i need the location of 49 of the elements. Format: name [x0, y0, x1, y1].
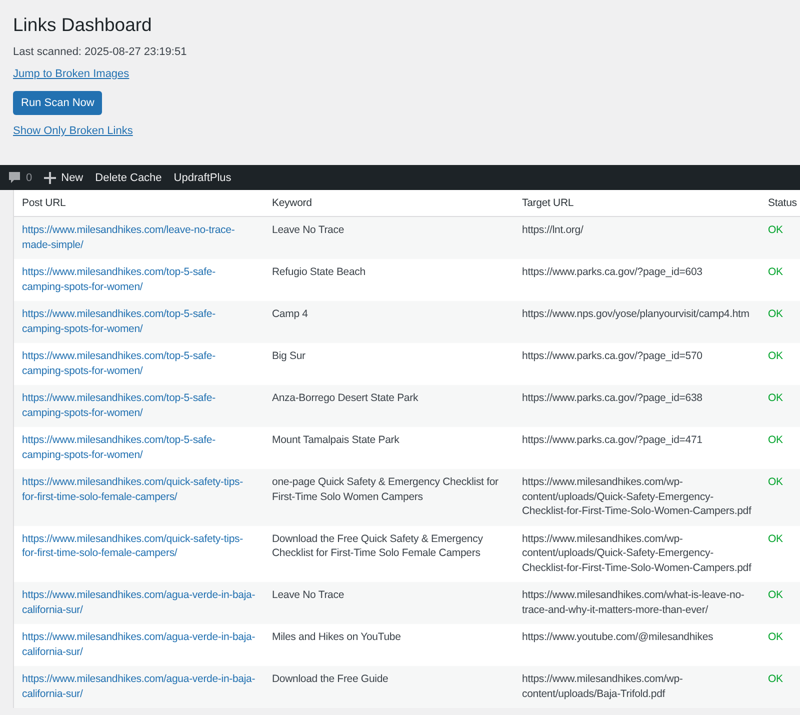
filter-link[interactable]: Show Only Broken Links [13, 125, 133, 137]
keyword-cell: Camp 4 [264, 301, 514, 343]
status-text: OK [768, 476, 783, 488]
comments-item[interactable]: 0 [8, 171, 32, 184]
keyword-cell: Refugio State Beach [264, 259, 514, 301]
post-url-link[interactable]: https://www.milesandhikes.com/quick-safety-tips-for-first-time-solo-female-campers/ [22, 532, 256, 560]
target-url-cell: https://www.parks.ca.gov/?page_id=603 [514, 259, 762, 301]
post-url-link[interactable]: https://www.milesandhikes.com/top-5-safe-camping-spots-for-women/ [22, 433, 256, 462]
target-url-cell: https://www.milesandhikes.com/wp-content/uploads/Quick-Safety-Emergency-Checklist-for-First-Time-Solo-Women-Campers.pdf [514, 526, 762, 582]
target-url-cell: https://www.milesandhikes.com/wp-content/uploads/Baja-Trifold.pdf [514, 666, 762, 708]
keyword-cell: Leave No Trace [264, 582, 514, 624]
plus-icon [44, 172, 56, 184]
keyword-cell: Leave No Trace [264, 216, 514, 259]
new-item[interactable]: New [44, 172, 84, 184]
status-text: OK [768, 392, 783, 404]
status-text: OK [768, 308, 783, 320]
target-url-cell: https://www.youtube.com/@milesandhikes [514, 624, 762, 666]
admin-bar-item[interactable]: Delete Cache [95, 172, 162, 184]
keyword-cell: Download the Free Guide [264, 666, 514, 708]
status-text: OK [768, 350, 783, 362]
target-url-cell: https://www.nps.gov/yose/planyourvisit/camp4.htm [514, 301, 762, 343]
keyword-cell: Mount Tamalpais State Park [264, 427, 514, 469]
status-text: OK [768, 224, 783, 236]
last-scanned-text: Last scanned: 2025-08-27 23:19:51 [13, 46, 188, 58]
post-url-link[interactable]: https://www.milesandhikes.com/agua-verde-in-baja-california-sur/ [22, 630, 256, 659]
page-title: Links Dashboard [13, 13, 153, 37]
target-url-cell: https://lnt.org/ [514, 216, 762, 259]
admin-bar-item[interactable]: UpdraftPlus [174, 172, 232, 184]
keyword-cell: Anza-Borrego Desert State Park [264, 385, 514, 427]
target-url-cell: https://www.parks.ca.gov/?page_id=471 [514, 427, 762, 469]
target-url-cell: https://www.milesandhikes.com/wp-content/uploads/Quick-Safety-Emergency-Checklist-for-First-Time-Solo-Women-Campers.pdf [514, 469, 762, 526]
status-text: OK [768, 434, 783, 446]
jump-link[interactable]: Jump to Broken Images [13, 68, 130, 80]
speech-bubble-icon [8, 171, 21, 184]
target-url-cell: https://www.parks.ca.gov/?page_id=570 [514, 343, 762, 385]
keyword-cell: Big Sur [264, 343, 514, 385]
status-text: OK [768, 631, 783, 643]
status-text: OK [768, 532, 783, 544]
status-text: OK [768, 589, 783, 601]
keyword-cell: one-page Quick Safety & Emergency Checklist for First-Time Solo Women Campers [264, 469, 514, 526]
post-url-link[interactable]: https://www.milesandhikes.com/top-5-safe-camping-spots-for-women/ [22, 265, 256, 294]
status-text: OK [768, 266, 783, 278]
post-url-link[interactable]: https://www.milesandhikes.com/top-5-safe-camping-spots-for-women/ [22, 349, 256, 378]
keyword-cell: Download the Free Quick Safety & Emergency Checklist for First-Time Solo Female Campers [264, 526, 514, 582]
target-url-cell: https://www.milesandhikes.com/what-is-leave-no-trace-and-why-it-matters-more-than-ever/ [514, 582, 762, 624]
target-url-cell: https://www.parks.ca.gov/?page_id=638 [514, 385, 762, 427]
keyword-cell: Miles and Hikes on YouTube [264, 624, 514, 666]
run-scan-button[interactable]: Run Scan Now [13, 91, 102, 115]
status-text: OK [768, 673, 783, 685]
